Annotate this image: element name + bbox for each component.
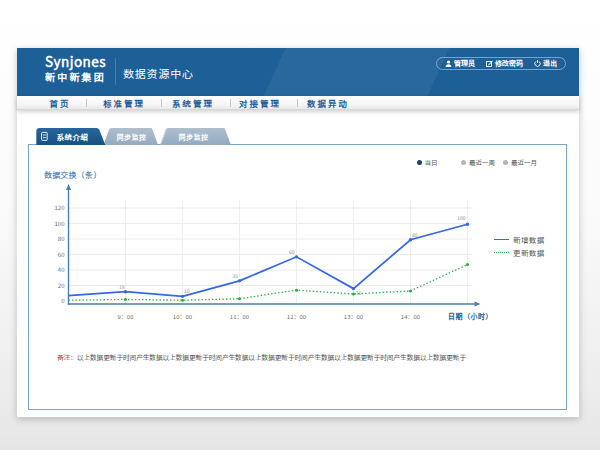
footnote-text: 以上数据更新于时间产生数据以上数据更新于时间产生数据以上数据更新于时间产生数据以… xyxy=(77,352,466,362)
change-password-label: 修改密码 xyxy=(495,58,523,68)
power-icon xyxy=(534,60,541,67)
main-nav: 首页 标准管理 系统管理 对接管理 数据异动 xyxy=(17,96,579,110)
tab-sync-monitor-1-label: 同步监控 xyxy=(117,132,147,142)
chart-legend: 新增数据 更新数据 xyxy=(494,234,545,261)
header-divider xyxy=(115,58,116,85)
legend-label-update-data: 更新数据 xyxy=(513,247,545,258)
logout-button[interactable]: 退出 xyxy=(534,58,557,68)
nav-separator xyxy=(86,99,87,107)
legend-item-update-data[interactable]: 更新数据 xyxy=(494,248,545,258)
change-password-button[interactable]: 修改密码 xyxy=(486,58,523,68)
footnote-prefix: 备注： xyxy=(57,352,77,362)
tab-sync-monitor-2-label: 同步监控 xyxy=(179,132,209,142)
y-axis-title: 数据交换（条） xyxy=(44,169,101,180)
filter-last-week[interactable]: 最近一周 xyxy=(461,157,495,167)
current-user-button[interactable]: 管理员 xyxy=(445,58,475,68)
dotted-line-icon xyxy=(494,252,509,253)
filter-last-week-label: 最近一周 xyxy=(469,157,495,167)
filter-last-month-label: 最近一月 xyxy=(511,157,537,167)
x-axis-title: 日期（小时） xyxy=(448,311,493,321)
user-icon xyxy=(445,60,452,67)
legend-item-new-data[interactable]: 新增数据 xyxy=(494,234,545,244)
logout-label: 退出 xyxy=(543,58,557,68)
tab-strip: 同步监控 同步监控 系统介绍 xyxy=(17,128,579,145)
nav-item-changes[interactable]: 数据异动 xyxy=(307,96,349,110)
logo-text-zh: 新中新集团 xyxy=(40,71,112,83)
nav-separator xyxy=(161,99,162,107)
user-toolbar: 管理员 修改密码 退出 xyxy=(436,57,566,70)
nav-item-interface[interactable]: 对接管理 xyxy=(239,96,281,110)
logo: Synjones 新中新集团 xyxy=(40,53,112,83)
radio-icon xyxy=(503,160,508,165)
header: Synjones 新中新集团 数据资源中心 管理员 修改密码 退出 xyxy=(17,48,579,96)
filter-today-label: 当日 xyxy=(425,157,438,167)
filter-today[interactable]: 当日 xyxy=(417,157,438,167)
content-panel xyxy=(28,144,567,410)
radio-icon xyxy=(461,160,466,165)
page-title: 数据资源中心 xyxy=(123,65,194,81)
current-user-label: 管理员 xyxy=(454,58,475,68)
footnote: 备注：以上数据更新于时间产生数据以上数据更新于时间产生数据以上数据更新于时间产生… xyxy=(57,353,537,361)
nav-item-standards[interactable]: 标准管理 xyxy=(103,96,145,110)
tab-system-intro-label: 系统介绍 xyxy=(57,131,89,142)
radio-selected-icon xyxy=(417,160,422,165)
nav-separator xyxy=(230,99,231,107)
app-window: Synjones 新中新集团 数据资源中心 管理员 修改密码 退出 首页 标准管… xyxy=(17,48,579,417)
solid-line-icon xyxy=(494,239,509,240)
logo-text-en: Synjones xyxy=(40,53,112,70)
nav-item-home[interactable]: 首页 xyxy=(49,96,70,110)
filter-last-month[interactable]: 最近一月 xyxy=(503,157,537,167)
edit-icon xyxy=(486,60,493,67)
nav-item-system[interactable]: 系统管理 xyxy=(172,96,214,110)
nav-separator xyxy=(297,99,298,107)
legend-label-new-data: 新增数据 xyxy=(513,234,545,245)
